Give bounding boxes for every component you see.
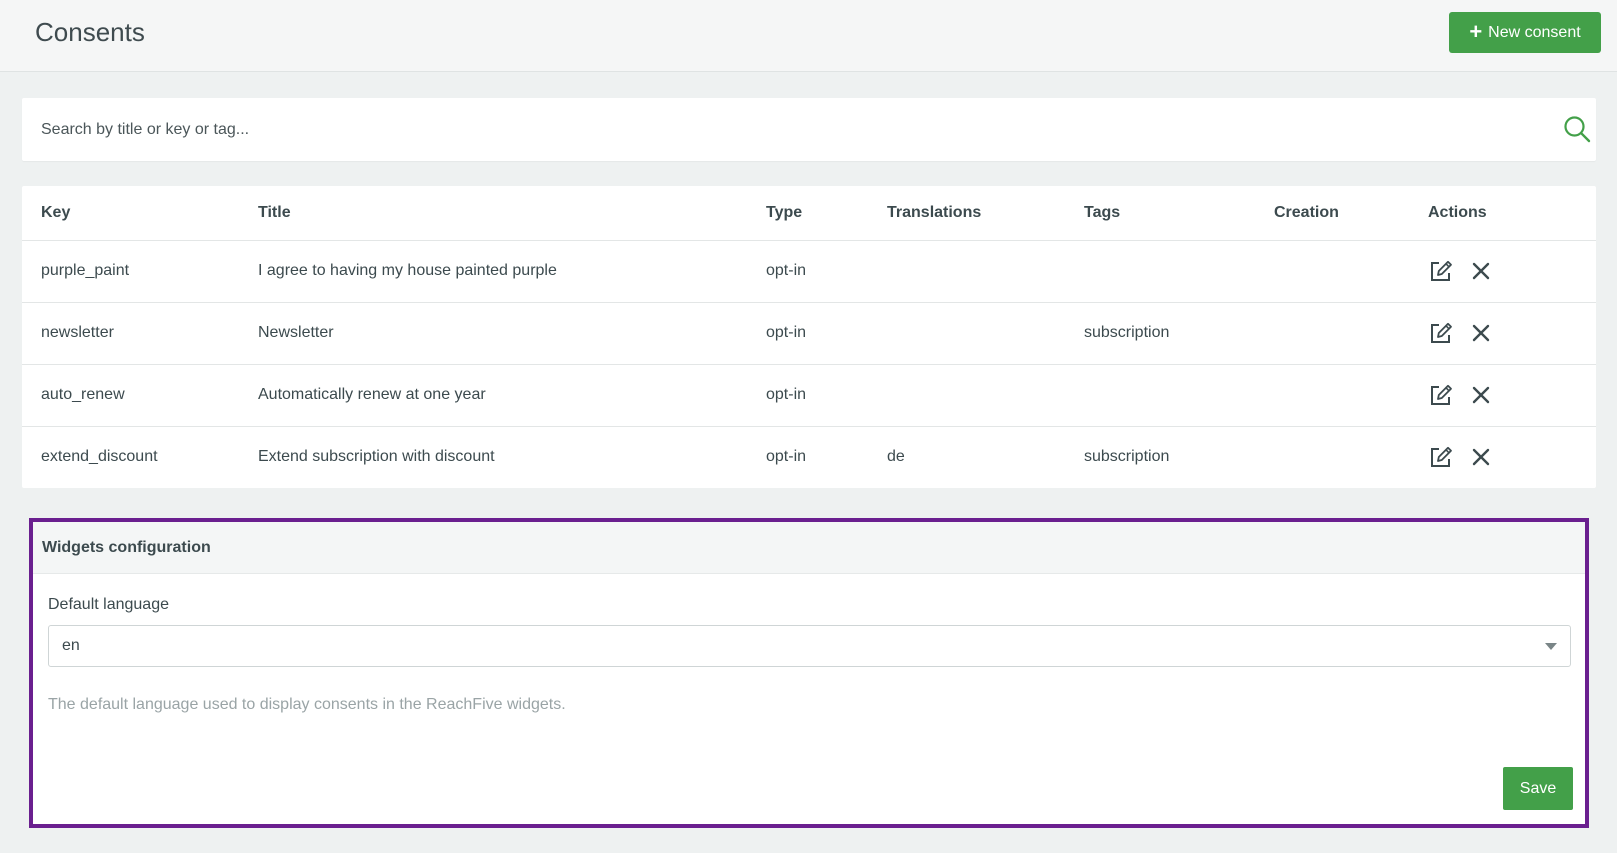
close-icon	[1472, 449, 1490, 466]
close-icon	[1472, 262, 1490, 280]
save-button[interactable]: Save	[1503, 767, 1573, 810]
edit-button[interactable]	[1428, 444, 1454, 470]
cell-type: opt-in	[766, 240, 887, 303]
table-row: newsletter Newsletter opt-in subscriptio…	[22, 302, 1596, 365]
default-language-value: en	[62, 637, 80, 654]
new-consent-button[interactable]: + New consent	[1449, 12, 1601, 53]
cell-actions	[1428, 364, 1596, 427]
default-language-select[interactable]: en	[48, 625, 1571, 667]
edit-button[interactable]	[1428, 258, 1454, 284]
edit-icon	[1431, 447, 1452, 468]
delete-button[interactable]	[1468, 320, 1494, 346]
cell-actions	[1428, 426, 1596, 488]
close-icon	[1472, 324, 1490, 342]
column-header-tags[interactable]: Tags	[1084, 186, 1274, 241]
edit-icon	[1431, 384, 1452, 405]
search-icon[interactable]	[1562, 114, 1592, 144]
column-header-translations[interactable]: Translations	[887, 186, 1084, 241]
cell-creation	[1274, 240, 1428, 303]
search-bar	[22, 98, 1596, 161]
cell-title: Automatically renew at one year	[258, 364, 766, 427]
table-row: purple_paint I agree to having my house …	[22, 240, 1596, 303]
column-header-key[interactable]: Key	[22, 186, 258, 241]
default-language-label: Default language	[48, 596, 169, 613]
cell-title: Extend subscription with discount	[258, 448, 495, 466]
table-header-row: Key Title Type Translations Tags Creatio…	[22, 186, 1596, 241]
table-row: auto_renew Automatically renew at one ye…	[22, 364, 1596, 427]
cell-translations	[887, 240, 1084, 303]
column-header-creation[interactable]: Creation	[1274, 186, 1428, 241]
column-header-actions: Actions	[1428, 186, 1596, 241]
delete-button[interactable]	[1468, 444, 1494, 470]
close-icon	[1472, 386, 1490, 404]
cell-translations	[887, 302, 1084, 365]
table-row: extend_discount Extend subscription with…	[22, 426, 1596, 488]
column-header-title[interactable]: Title	[258, 186, 766, 241]
delete-button[interactable]	[1468, 382, 1494, 408]
edit-button[interactable]	[1428, 382, 1454, 408]
cell-tags: subscription	[1084, 302, 1274, 365]
page-title: Consents	[35, 17, 145, 47]
cell-creation	[1274, 302, 1428, 365]
cell-type: opt-in	[766, 364, 887, 427]
cell-key: auto_renew	[22, 364, 258, 427]
cell-key: purple_paint	[22, 240, 258, 303]
top-bar: Consents + New consent	[0, 0, 1617, 72]
cell-title: Newsletter	[258, 302, 766, 365]
cell-tags: subscription	[1084, 448, 1170, 466]
plus-icon: +	[1469, 18, 1483, 44]
cell-type: opt-in	[766, 302, 887, 365]
cell-translations	[887, 364, 1084, 427]
default-language-help-text: The default language used to display con…	[48, 696, 566, 713]
widgets-configuration-title: Widgets configuration	[33, 522, 1585, 574]
edit-icon	[1431, 260, 1452, 281]
cell-type: opt-in	[766, 448, 807, 466]
edit-button[interactable]	[1428, 320, 1454, 346]
cell-title: I agree to having my house painted purpl…	[258, 240, 766, 303]
widgets-configuration-panel: Widgets configuration Default language e…	[29, 518, 1589, 828]
cell-creation	[1274, 426, 1428, 488]
chevron-down-icon	[1545, 643, 1557, 650]
cell-translations: de	[887, 448, 905, 466]
cell-actions	[1428, 240, 1596, 303]
cell-creation	[1274, 364, 1428, 427]
cell-key: extend_discount	[41, 448, 158, 466]
new-consent-label: New consent	[1488, 23, 1581, 41]
delete-button[interactable]	[1468, 258, 1494, 284]
cell-tags	[1084, 364, 1274, 427]
cell-actions	[1428, 302, 1596, 365]
search-input[interactable]	[22, 98, 1522, 161]
consents-table: Key Title Type Translations Tags Creatio…	[22, 186, 1596, 488]
cell-key: newsletter	[22, 302, 258, 365]
edit-icon	[1431, 322, 1452, 343]
cell-tags	[1084, 240, 1274, 303]
column-header-type[interactable]: Type	[766, 186, 887, 241]
